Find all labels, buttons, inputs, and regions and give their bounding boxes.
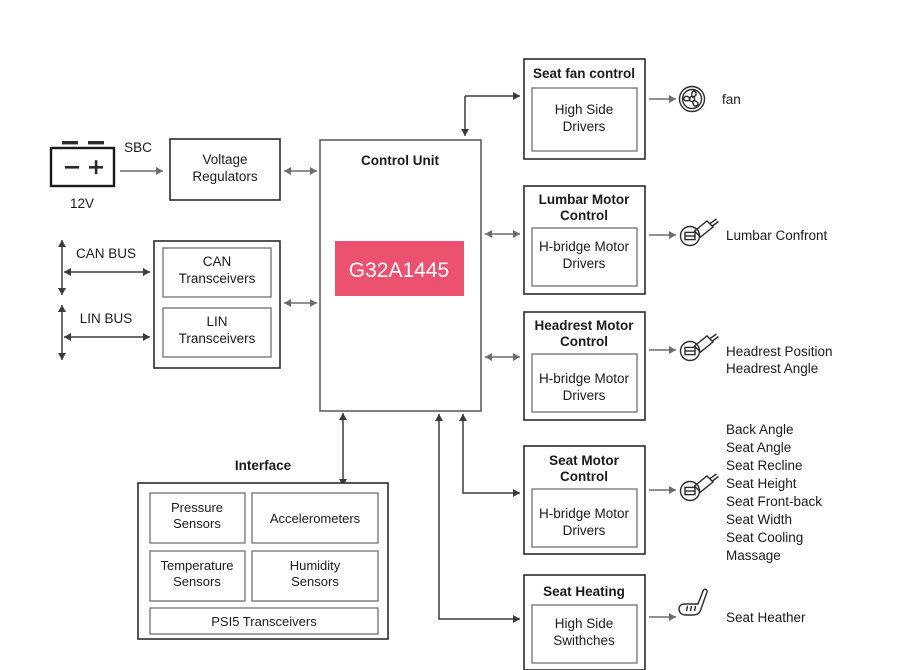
battery-voltage-label: 12V [70, 196, 94, 211]
voltage-regulators-label-1: Voltage [202, 152, 247, 167]
lumbar-load-label: Lumbar Confront [726, 228, 828, 243]
seat-heating-driver-label-1: High Side [555, 616, 614, 631]
seat-heating-title: Seat Heating [543, 584, 625, 599]
pressure-sensors-label-1: Pressure [171, 500, 223, 515]
seat-fan-driver-label-1: High Side [555, 102, 614, 117]
control-headrest-link [485, 353, 520, 361]
humidity-sensors-label-2: Sensors [291, 574, 339, 589]
can-bus-link [64, 268, 150, 276]
headrest-motor-title-2: Control [560, 334, 608, 349]
fan-icon [678, 85, 706, 113]
headrest-output-wire [649, 346, 676, 354]
seat-fan-control-title: Seat fan control [533, 66, 635, 81]
block-diagram: 12V SBC Voltage Regulators CAN BUS LIN B… [49, 58, 833, 670]
seat-heater-load-label: Seat Heather [726, 610, 806, 625]
pressure-sensors-label-2: Sensors [173, 516, 221, 531]
lin-transceivers-label-2: Transceivers [179, 331, 256, 346]
seat-load-label-5: Seat Front-back [726, 494, 822, 509]
interface-title: Interface [235, 458, 292, 473]
temperature-sensors-label-2: Sensors [173, 574, 221, 589]
lin-bus-link [64, 333, 150, 341]
headrest-load-label-2: Headrest Angle [726, 361, 818, 376]
headrest-driver-label-1: H-bridge Motor [539, 371, 630, 386]
control-to-seat-heating-wire [435, 414, 520, 623]
battery-to-regulator-wire [120, 167, 163, 175]
seat-load-label-2: Seat Angle [726, 440, 791, 455]
control-to-seat-motor-wire [459, 414, 520, 497]
seat-motor-driver-label-1: H-bridge Motor [539, 506, 630, 521]
lumbar-motor-title-1: Lumbar Motor [539, 192, 630, 207]
lumbar-driver-label-2: Drivers [563, 256, 606, 271]
lin-bus-arrow [58, 305, 66, 360]
seat-heater-output-wire [649, 613, 676, 621]
seat-load-label-6: Seat Width [726, 512, 792, 527]
seat-load-label-3: Seat Recline [726, 458, 803, 473]
dc-motor-icon [679, 218, 719, 247]
lumbar-motor-title-2: Control [560, 208, 608, 223]
can-transceivers-label-1: CAN [203, 254, 232, 269]
seat-heater-icon [678, 588, 708, 616]
seat-motor-title-2: Control [560, 469, 608, 484]
headrest-load-label-1: Headrest Position [726, 344, 833, 359]
control-interface-link [339, 413, 347, 486]
seat-load-label-8: Massage [726, 548, 781, 563]
humidity-sensors-label-1: Humidity [290, 558, 341, 573]
control-unit-title: Control Unit [361, 153, 439, 168]
accelerometers-label: Accelerometers [270, 511, 361, 526]
fan-load-label: fan [722, 92, 741, 107]
seat-motor-title-1: Seat Motor [549, 453, 620, 468]
transceivers-control-link [284, 299, 317, 307]
lumbar-output-wire [649, 231, 676, 239]
regulator-control-link [284, 167, 317, 175]
seat-motor-output-wire [649, 486, 676, 494]
dc-motor-icon [679, 473, 719, 502]
headrest-driver-label-2: Drivers [563, 388, 606, 403]
headrest-motor-title-1: Headrest Motor [534, 318, 634, 333]
control-lumbar-link [485, 230, 520, 238]
can-bus-label: CAN BUS [76, 246, 136, 261]
sbc-label: SBC [124, 140, 152, 155]
voltage-regulators-label-2: Regulators [192, 169, 258, 184]
psi5-transceivers-label: PSI5 Transceivers [211, 614, 317, 629]
lin-transceivers-label-1: LIN [206, 314, 227, 329]
battery-symbol [49, 141, 116, 188]
seat-heating-driver-label-2: Swithches [553, 633, 615, 648]
mcu-part-number: G32A1445 [349, 259, 449, 282]
seat-load-label-1: Back Angle [726, 422, 794, 437]
can-bus-arrow [58, 240, 66, 295]
can-transceivers-label-2: Transceivers [179, 271, 256, 286]
lumbar-driver-label-1: H-bridge Motor [539, 239, 630, 254]
temperature-sensors-label-1: Temperature [161, 558, 234, 573]
seat-fan-driver-label-2: Drivers [563, 119, 606, 134]
seat-motor-driver-label-2: Drivers [563, 523, 606, 538]
lin-bus-label: LIN BUS [80, 311, 133, 326]
seat-load-label-7: Seat Cooling [726, 530, 803, 545]
fan-output-wire [649, 95, 676, 103]
control-to-fan-wire [461, 92, 520, 136]
dc-motor-icon [679, 333, 719, 362]
seat-load-label-4: Seat Height [726, 476, 797, 491]
